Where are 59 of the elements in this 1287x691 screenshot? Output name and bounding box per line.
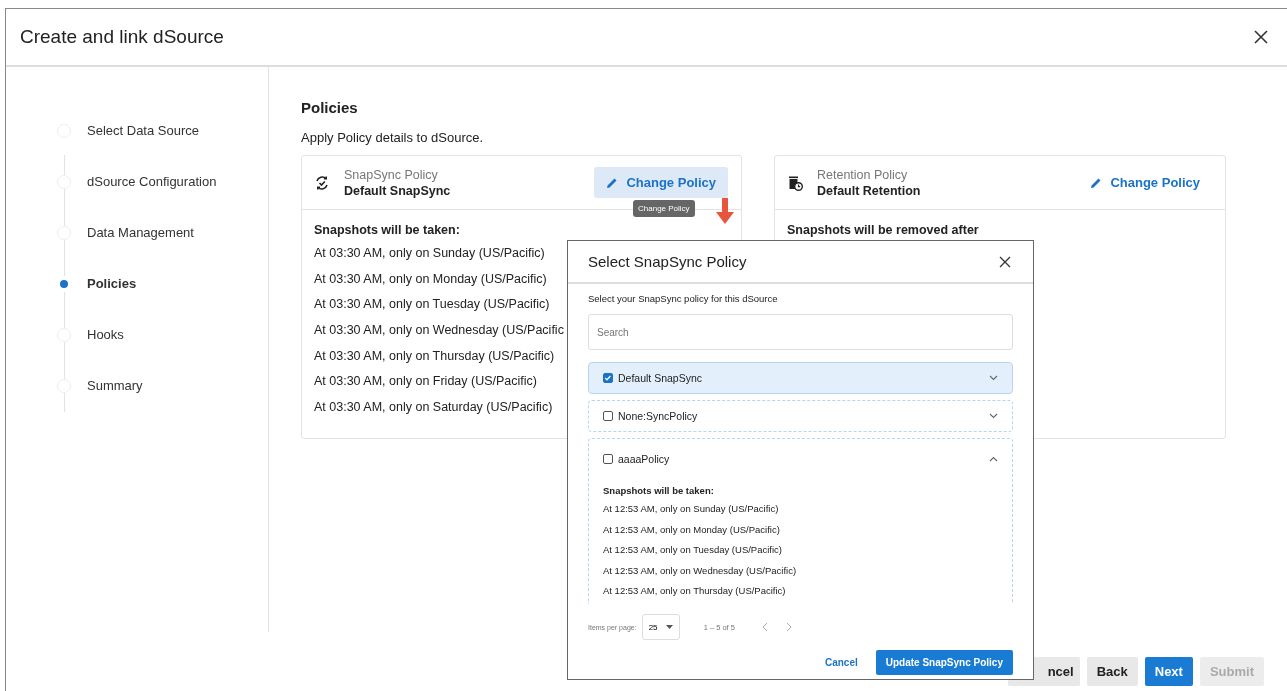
- policy-option-name: Default SnapSync: [618, 372, 704, 384]
- caret-icon: [665, 625, 673, 629]
- policy-name: Default SnapSync: [344, 183, 452, 198]
- schedule-line: At 03:30 AM, only on Saturday (US/Pacific): [314, 400, 553, 415]
- checkbox[interactable]: [603, 411, 613, 421]
- search-field[interactable]: Search: [588, 314, 1013, 350]
- close-icon[interactable]: [999, 255, 1011, 268]
- step-label[interactable]: Summary: [87, 378, 143, 393]
- dialog-title: Select SnapSync Policy: [588, 253, 747, 270]
- policy-type-label: Retention Policy: [817, 167, 909, 182]
- checkbox[interactable]: [603, 373, 613, 383]
- schedule-line: At 03:30 AM, only on Sunday (US/Pacific): [314, 246, 545, 260]
- schedule-line: At 12:53 AM, only on Sunday (US/Pacific): [603, 503, 779, 514]
- schedule-line: At 03:30 AM, only on Tuesday (US/Pacific): [314, 297, 550, 312]
- step-label[interactable]: Hooks: [87, 327, 124, 342]
- pencil-icon: [1090, 176, 1103, 189]
- footer-button[interactable]: Next: [1144, 657, 1193, 686]
- step-label[interactable]: Select Data Source: [87, 123, 199, 138]
- policy-option[interactable]: Default SnapSync: [588, 362, 1013, 394]
- schedule-line: At 12:53 AM, only on Tuesday (US/Pacific): [603, 544, 782, 556]
- policy-option-name: None:SyncPolicy: [618, 410, 699, 422]
- schedule-heading: Snapshots will be removed after: [787, 223, 980, 237]
- chevron-icon[interactable]: [989, 375, 998, 381]
- page-size-select[interactable]: 25: [641, 614, 680, 640]
- window-title: Create and link dSource: [20, 26, 224, 48]
- tooltip: Change Policy: [633, 200, 695, 217]
- policy-type-label: SnapSync Policy: [344, 167, 439, 182]
- schedule-line: At 12:53 AM, only on Monday (US/Pacific): [603, 523, 780, 535]
- trash-clock-icon: [787, 174, 803, 191]
- policy-option-name: aaaaPolicy: [618, 453, 671, 465]
- step-label[interactable]: Policies: [87, 276, 137, 291]
- cancel-button[interactable]: Cancel: [818, 653, 864, 672]
- update-policy-button[interactable]: Update SnapSync Policy: [875, 650, 1013, 675]
- change-policy-button[interactable]: Change Policy: [1078, 167, 1212, 198]
- step-label[interactable]: Data Management: [87, 225, 194, 240]
- schedule-heading: Snapshots will be taken:: [603, 485, 715, 496]
- chevron-icon[interactable]: [989, 413, 998, 419]
- chevron-icon[interactable]: [989, 456, 998, 462]
- schedule-line: At 12:53 AM, only on Wednesday (US/Pacific): [603, 564, 797, 576]
- schedule-line: At 03:30 AM, only on Monday (US/Pacific): [314, 271, 547, 286]
- close-icon[interactable]: [1253, 29, 1269, 45]
- dialog-description: Select your SnapSync policy for this dSource: [588, 293, 779, 304]
- schedule-heading: Snapshots will be taken:: [314, 223, 461, 237]
- checkbox[interactable]: [603, 454, 613, 464]
- footer-button[interactable]: Back: [1086, 657, 1138, 686]
- step-label[interactable]: dSource Configuration: [87, 174, 217, 189]
- policy-name: Default Retention: [817, 183, 922, 198]
- schedule-line: At 03:30 AM, only on Friday (US/Pacific): [314, 374, 537, 389]
- down-arrow-icon: [716, 198, 734, 224]
- policy-option[interactable]: [588, 438, 1013, 604]
- section-description: Apply Policy details to dSource.: [301, 130, 485, 145]
- section-title: Policies: [301, 99, 359, 116]
- schedule-line: At 03:30 AM, only on Wednesday (US/Pacific: [314, 323, 564, 338]
- pencil-icon: [606, 176, 619, 189]
- policy-option[interactable]: None:SyncPolicy: [588, 400, 1013, 432]
- schedule-line: At 12:53 AM, only on Thursday (US/Pacific): [603, 585, 786, 597]
- change-policy-button[interactable]: Change Policy: [594, 167, 728, 198]
- sync-check-icon: [314, 174, 330, 191]
- schedule-line: At 03:30 AM, only on Thursday (US/Pacific): [314, 348, 555, 363]
